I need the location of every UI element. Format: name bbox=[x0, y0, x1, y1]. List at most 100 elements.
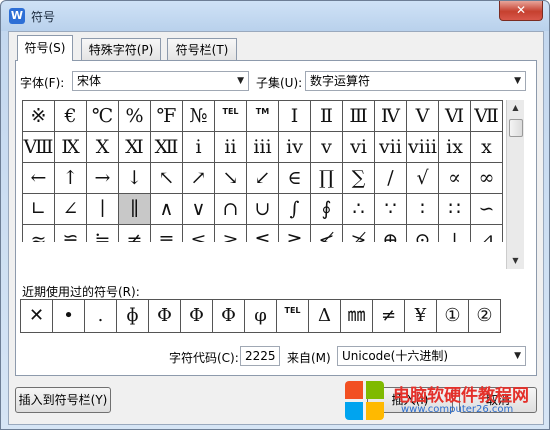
symbol-cell[interactable]: ∵ bbox=[375, 194, 407, 225]
symbol-cell[interactable]: ∨ bbox=[183, 194, 215, 225]
symbol-cell[interactable]: ⅵ bbox=[343, 132, 375, 163]
symbol-cell[interactable]: ℉ bbox=[151, 101, 183, 132]
symbol-cell[interactable]: ⅹ bbox=[471, 132, 503, 163]
symbol-cell[interactable]: Ⅰ bbox=[279, 101, 311, 132]
symbol-cell[interactable]: ↘ bbox=[215, 163, 247, 194]
symbol-cell[interactable]: Ⅺ bbox=[119, 132, 151, 163]
symbol-cell[interactable]: ⅷ bbox=[407, 132, 439, 163]
recent-symbol-cell[interactable]: Φ bbox=[149, 300, 181, 333]
symbol-cell[interactable]: ≥ bbox=[215, 225, 247, 242]
symbol-cell[interactable]: ∑ bbox=[343, 163, 375, 194]
symbol-cell[interactable]: ⊿ bbox=[471, 225, 503, 242]
symbol-cell[interactable]: Ⅳ bbox=[375, 101, 407, 132]
symbol-cell[interactable]: ∥ bbox=[119, 194, 151, 225]
symbol-cell[interactable]: ∠ bbox=[55, 194, 87, 225]
symbol-cell[interactable]: Ⅷ bbox=[23, 132, 55, 163]
symbol-cell[interactable]: ⊥ bbox=[439, 225, 471, 242]
symbol-cell[interactable]: Ⅻ bbox=[151, 132, 183, 163]
symbol-cell[interactable]: ⊕ bbox=[375, 225, 407, 242]
close-button[interactable]: ✕ bbox=[499, 1, 543, 21]
insert-to-bar-button[interactable]: 插入到符号栏(Y) bbox=[15, 387, 111, 413]
symbol-cell[interactable]: ≦ bbox=[247, 225, 279, 242]
symbol-cell[interactable]: ≧ bbox=[279, 225, 311, 242]
symbol-cell[interactable]: Ⅵ bbox=[439, 101, 471, 132]
symbol-cell[interactable]: ≮ bbox=[311, 225, 343, 242]
symbol-cell[interactable]: ≠ bbox=[119, 225, 151, 242]
symbol-cell[interactable]: № bbox=[183, 101, 215, 132]
symbol-cell[interactable]: ∫ bbox=[279, 194, 311, 225]
symbol-cell[interactable]: ↙ bbox=[247, 163, 279, 194]
recent-symbol-cell[interactable]: ≠ bbox=[373, 300, 405, 333]
symbol-cell[interactable]: ∮ bbox=[311, 194, 343, 225]
symbol-cell[interactable]: ∞ bbox=[471, 163, 503, 194]
symbol-cell[interactable]: ≡ bbox=[151, 225, 183, 242]
symbol-cell[interactable]: Ⅸ bbox=[55, 132, 87, 163]
recent-symbol-cell[interactable]: • bbox=[53, 300, 85, 333]
tab-symbol-bar[interactable]: 符号栏(T) bbox=[167, 38, 237, 60]
recent-symbol-cell[interactable]: ✕ bbox=[21, 300, 53, 333]
recent-symbol-cell[interactable]: ¥ bbox=[405, 300, 437, 333]
recent-symbol-cell[interactable]: ② bbox=[469, 300, 501, 333]
symbol-cell[interactable]: Ⅴ bbox=[407, 101, 439, 132]
symbol-cell[interactable]: ↑ bbox=[55, 163, 87, 194]
symbol-cell[interactable]: Ⅲ bbox=[343, 101, 375, 132]
symbol-cell[interactable]: √ bbox=[407, 163, 439, 194]
symbol-cell[interactable]: Ⅶ bbox=[471, 101, 503, 132]
symbol-cell[interactable]: ℃ bbox=[87, 101, 119, 132]
symbol-cell[interactable]: ↖ bbox=[151, 163, 183, 194]
symbol-cell[interactable]: ⅶ bbox=[375, 132, 407, 163]
symbol-cell[interactable]: ≒ bbox=[87, 225, 119, 242]
symbol-cell[interactable]: ∴ bbox=[343, 194, 375, 225]
symbol-cell[interactable]: ≌ bbox=[55, 225, 87, 242]
tab-special-chars[interactable]: 特殊字符(P) bbox=[81, 38, 161, 60]
symbol-cell[interactable]: ※ bbox=[23, 101, 55, 132]
subset-select[interactable]: 数字运算符 ▼ bbox=[305, 71, 526, 91]
recent-symbol-cell[interactable]: φ bbox=[245, 300, 277, 333]
symbol-cell[interactable]: ∣ bbox=[87, 194, 119, 225]
symbol-cell[interactable]: ⅴ bbox=[311, 132, 343, 163]
symbol-cell[interactable]: ∏ bbox=[311, 163, 343, 194]
scroll-thumb[interactable] bbox=[509, 119, 523, 137]
symbol-cell[interactable]: ↗ bbox=[183, 163, 215, 194]
symbol-cell[interactable]: TEL bbox=[215, 101, 247, 132]
symbol-cell[interactable]: ← bbox=[23, 163, 55, 194]
symbol-cell[interactable]: ⅳ bbox=[279, 132, 311, 163]
symbol-cell[interactable]: ∷ bbox=[439, 194, 471, 225]
symbol-cell[interactable]: ∪ bbox=[247, 194, 279, 225]
symbol-cell[interactable]: Ⅹ bbox=[87, 132, 119, 163]
symbol-cell[interactable]: ∶ bbox=[407, 194, 439, 225]
symbol-cell[interactable]: ≈ bbox=[23, 225, 55, 242]
symbol-cell[interactable]: ⅱ bbox=[215, 132, 247, 163]
symbol-cell[interactable]: Ⅱ bbox=[311, 101, 343, 132]
symbol-cell[interactable]: ∽ bbox=[471, 194, 503, 225]
symbol-cell[interactable]: TM bbox=[247, 101, 279, 132]
scroll-up-icon[interactable]: ▲ bbox=[507, 100, 524, 116]
symbol-cell[interactable]: → bbox=[87, 163, 119, 194]
char-code-input[interactable]: 2225 bbox=[240, 346, 280, 366]
symbol-cell[interactable]: % bbox=[119, 101, 151, 132]
font-select[interactable]: 宋体 ▼ bbox=[72, 71, 249, 91]
recent-symbol-cell[interactable]: Φ bbox=[181, 300, 213, 333]
recent-symbol-cell[interactable]: Φ bbox=[213, 300, 245, 333]
from-select[interactable]: Unicode(十六进制) ▼ bbox=[337, 346, 526, 366]
recent-symbol-cell[interactable]: ① bbox=[437, 300, 469, 333]
symbol-cell[interactable]: ↓ bbox=[119, 163, 151, 194]
symbol-cell[interactable]: ⊙ bbox=[407, 225, 439, 242]
scroll-down-icon[interactable]: ▼ bbox=[507, 253, 524, 269]
recent-symbol-cell[interactable]: . bbox=[85, 300, 117, 333]
symbol-cell[interactable]: ∕ bbox=[375, 163, 407, 194]
symbol-cell[interactable]: ⅸ bbox=[439, 132, 471, 163]
recent-symbol-cell[interactable]: ɸ bbox=[117, 300, 149, 333]
symbol-cell[interactable]: ∩ bbox=[215, 194, 247, 225]
symbol-cell[interactable]: ∈ bbox=[279, 163, 311, 194]
symbol-cell[interactable]: € bbox=[55, 101, 87, 132]
grid-scrollbar[interactable]: ▲ ▼ bbox=[506, 100, 524, 269]
symbol-cell[interactable]: ∝ bbox=[439, 163, 471, 194]
symbol-cell[interactable]: ⅰ bbox=[183, 132, 215, 163]
recent-symbol-cell[interactable]: ㎜ bbox=[341, 300, 373, 333]
symbol-cell[interactable]: ≯ bbox=[343, 225, 375, 242]
symbol-cell[interactable]: ∟ bbox=[23, 194, 55, 225]
tab-symbols[interactable]: 符号(S) bbox=[17, 35, 73, 61]
symbol-cell[interactable]: ≤ bbox=[183, 225, 215, 242]
symbol-cell[interactable]: ⅲ bbox=[247, 132, 279, 163]
